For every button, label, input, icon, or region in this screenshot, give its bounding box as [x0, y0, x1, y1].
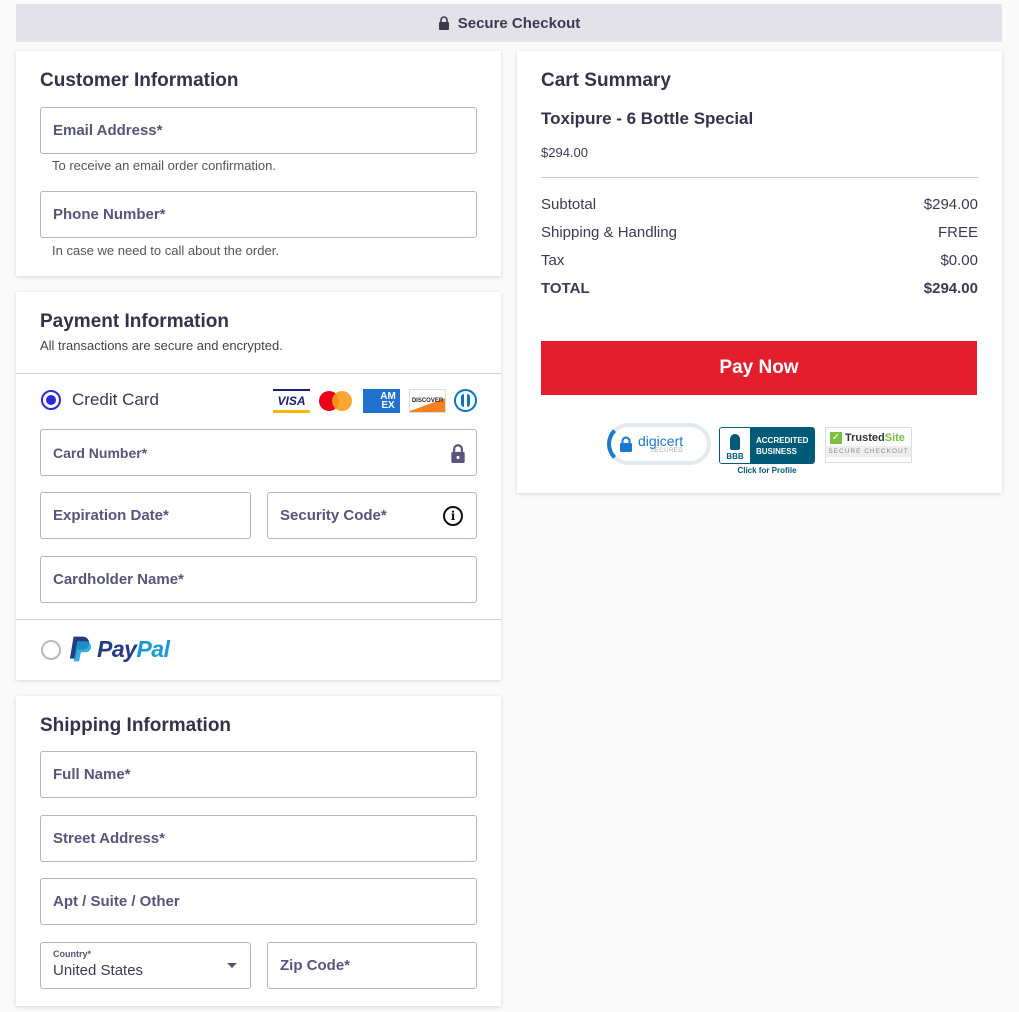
- bbb-logo-text: BBB: [726, 452, 744, 461]
- expiration-date-field[interactable]: Expiration Date*: [40, 492, 251, 539]
- divider: [16, 373, 501, 374]
- phone-field[interactable]: Phone Number*: [40, 191, 477, 238]
- credit-card-label[interactable]: Credit Card: [72, 390, 159, 410]
- divider: [541, 177, 978, 178]
- discover-logo: DISCOVER: [409, 389, 446, 413]
- paypal-logo[interactable]: PayPal: [69, 636, 170, 663]
- lock-icon: [620, 436, 632, 452]
- pay-now-button[interactable]: Pay Now: [541, 341, 977, 395]
- security-code-label: Security Code*: [280, 507, 387, 524]
- shipping-value: FREE: [937, 224, 978, 241]
- subtotal-row: Subtotal $294.00: [541, 196, 978, 213]
- checkmark-icon: ✓: [830, 432, 842, 444]
- lock-icon: [438, 16, 449, 30]
- cardholder-name-field[interactable]: Cardholder Name*: [40, 556, 477, 603]
- product-name: Toxipure - 6 Bottle Special: [541, 109, 754, 128]
- email-hint: To receive an email order confirmation.: [52, 158, 276, 173]
- subtotal-label: Subtotal: [541, 196, 597, 213]
- digicert-name: digicert: [638, 433, 684, 449]
- card-number-label: Card Number*: [53, 444, 148, 461]
- country-value: United States: [53, 962, 144, 979]
- secure-checkout-banner: Secure Checkout: [16, 4, 1002, 42]
- street-address-label: Street Address*: [53, 830, 165, 847]
- payment-subtitle: All transactions are secure and encrypte…: [40, 338, 283, 353]
- diners-club-logo: [454, 389, 477, 412]
- trustedsite-badge[interactable]: ✓ TrustedSite SECURE CHECKOUT: [825, 427, 912, 463]
- email-field[interactable]: Email Address*: [40, 107, 477, 154]
- paypal-pal-text: Pal: [136, 636, 170, 662]
- chevron-down-icon: [227, 963, 237, 968]
- zip-code-label: Zip Code*: [280, 957, 350, 974]
- trusted-text: Trusted: [845, 432, 885, 444]
- credit-card-radio[interactable]: [41, 390, 61, 410]
- full-name-field[interactable]: Full Name*: [40, 751, 477, 798]
- banner-title: Secure Checkout: [457, 14, 581, 32]
- bbb-profile-link[interactable]: Click for Profile: [719, 466, 815, 475]
- tax-label: Tax: [541, 252, 565, 269]
- total-value: $294.00: [923, 280, 978, 297]
- country-label: Country*: [53, 949, 91, 959]
- trustedsite-sub: SECURE CHECKOUT: [826, 446, 911, 457]
- mastercard-logo: [319, 391, 353, 411]
- total-row: TOTAL $294.00: [541, 280, 978, 297]
- visa-logo: VISA: [273, 389, 310, 413]
- apt-suite-field[interactable]: Apt / Suite / Other: [40, 878, 477, 925]
- total-label: TOTAL: [541, 280, 590, 297]
- bbb-line1: ACCREDITED: [756, 435, 809, 445]
- paypal-pay-text: Pay: [97, 636, 137, 662]
- cardholder-label: Cardholder Name*: [53, 571, 184, 588]
- info-icon[interactable]: i: [443, 506, 463, 526]
- site-text: Site: [884, 432, 905, 444]
- country-select[interactable]: Country* United States: [40, 942, 251, 989]
- email-label: Email Address*: [53, 122, 163, 139]
- zip-code-field[interactable]: Zip Code*: [267, 942, 477, 989]
- payment-information-card: Payment Information All transactions are…: [16, 292, 501, 680]
- section-title: Customer Information: [40, 70, 239, 91]
- section-title: Shipping Information: [40, 715, 232, 736]
- amex-logo: AM EX: [363, 389, 400, 413]
- apt-suite-label: Apt / Suite / Other: [53, 893, 180, 910]
- shipping-row: Shipping & Handling FREE: [541, 224, 978, 241]
- divider: [16, 619, 501, 620]
- phone-label: Phone Number*: [53, 206, 166, 223]
- digicert-badge[interactable]: digicert SECURED: [607, 423, 711, 465]
- tax-row: Tax $0.00: [541, 252, 978, 269]
- street-address-field[interactable]: Street Address*: [40, 815, 477, 862]
- card-number-field[interactable]: Card Number*: [40, 429, 477, 476]
- cart-summary-card: Cart Summary Toxipure - 6 Bottle Special…: [517, 51, 1002, 493]
- cart-title: Cart Summary: [541, 70, 671, 91]
- expiration-label: Expiration Date*: [53, 507, 169, 524]
- lock-icon: [451, 444, 465, 463]
- section-title: Payment Information: [40, 311, 229, 332]
- full-name-label: Full Name*: [53, 766, 131, 783]
- product-price: $294.00: [541, 145, 588, 160]
- phone-hint: In case we need to call about the order.: [52, 243, 279, 258]
- bbb-line2: BUSINESS: [756, 446, 797, 456]
- subtotal-value: $294.00: [923, 196, 978, 213]
- shipping-label: Shipping & Handling: [541, 224, 677, 241]
- bbb-badge[interactable]: BBB ACCREDITED BUSINESS Click for Profil…: [719, 427, 815, 475]
- security-code-field[interactable]: Security Code* i: [267, 492, 477, 539]
- paypal-p-icon: [69, 636, 91, 662]
- shipping-information-card: Shipping Information Full Name* Street A…: [16, 696, 501, 1006]
- tax-value: $0.00: [940, 252, 978, 269]
- customer-information-card: Customer Information Email Address* To r…: [16, 51, 501, 276]
- paypal-radio[interactable]: [41, 640, 61, 660]
